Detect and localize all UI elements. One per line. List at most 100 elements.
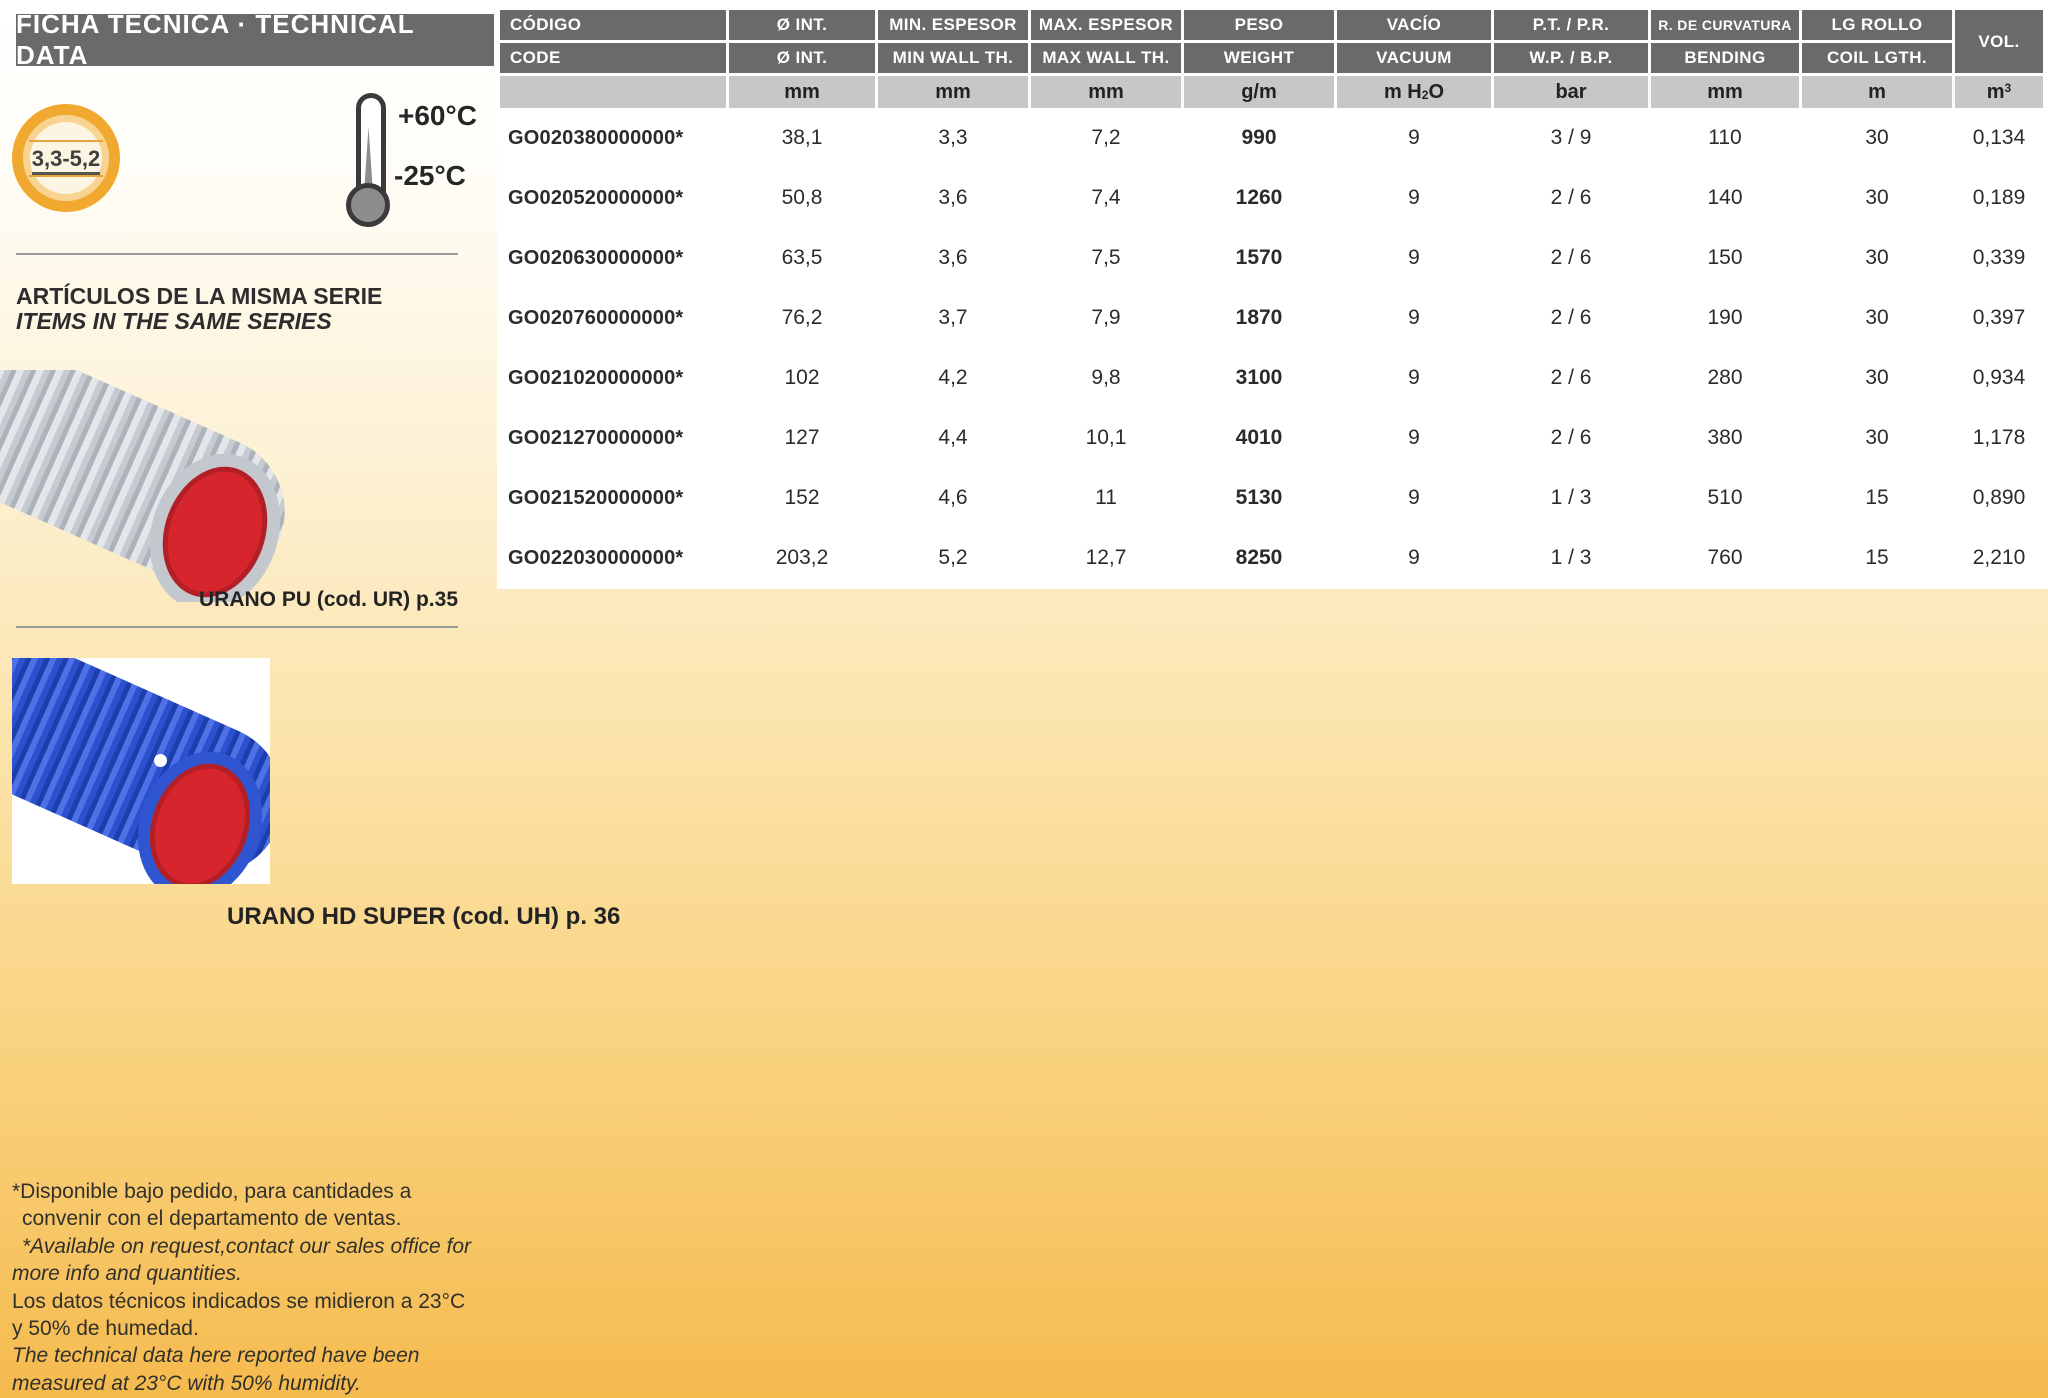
cell-value: 8250 (1184, 528, 1334, 588)
cell-value: 4,4 (878, 408, 1028, 468)
cell-value: 3100 (1184, 348, 1334, 408)
header-cell-pt-pr: P.T. / P.R. (1494, 10, 1648, 40)
cell-value: 30 (1802, 288, 1952, 348)
cell-value: 0,890 (1955, 468, 2043, 528)
header-cell-diam-es: Ø INT. (729, 10, 875, 40)
cell-value: 190 (1651, 288, 1799, 348)
cell-value: 38,1 (729, 108, 875, 168)
cell-value: 2 / 6 (1494, 348, 1648, 408)
cell-value: 4,6 (878, 468, 1028, 528)
cell-value: 30 (1802, 228, 1952, 288)
cell-value: 1260 (1184, 168, 1334, 228)
cell-value: 9,8 (1031, 348, 1181, 408)
header-cell-min-espesor: MIN. ESPESOR (878, 10, 1028, 40)
weight-range-badge: 3,3-5,2 (12, 104, 120, 212)
cell-value: 0,934 (1955, 348, 2043, 408)
cell-value: 30 (1802, 408, 1952, 468)
cell-value: 9 (1337, 288, 1491, 348)
cell-value: 380 (1651, 408, 1799, 468)
unit-cell-bending: mm (1651, 76, 1799, 108)
cell-value: 110 (1651, 108, 1799, 168)
cell-value: 9 (1337, 108, 1491, 168)
unit-cell-vol: m3 (1955, 76, 2043, 108)
cell-product-code: GO020760000000* (500, 288, 726, 348)
hose-image-urano-pu (0, 370, 305, 602)
cell-value: 1870 (1184, 288, 1334, 348)
temperature-max: +60°C (398, 100, 477, 132)
page-title-bar: FICHA TÉCNICA · TECHNICAL DATA (16, 14, 494, 66)
header-cell-vacio: VACÍO (1337, 10, 1491, 40)
footnote-line: The technical data here reported have be… (12, 1342, 492, 1369)
header-cell-max-wall: MAX WALL TH. (1031, 43, 1181, 73)
header-cell-wp-bp: W.P. / B.P. (1494, 43, 1648, 73)
caption-urano-pu: URANO PU (cod. UR) p.35 (158, 588, 458, 612)
cell-value: 3,6 (878, 168, 1028, 228)
cell-value: 760 (1651, 528, 1799, 588)
header-cell-curvatura: R. DE CURVATURA (1651, 10, 1799, 40)
cell-value: 127 (729, 408, 875, 468)
footnote-line: convenir con el departamento de ventas. (12, 1205, 492, 1232)
cell-value: 76,2 (729, 288, 875, 348)
unit-cell-pressure: bar (1494, 76, 1648, 108)
cell-product-code: GO021520000000* (500, 468, 726, 528)
unit-cell-vacuum: m H2O (1337, 76, 1491, 108)
cell-product-code: GO020630000000* (500, 228, 726, 288)
cell-product-code: GO022030000000* (500, 528, 726, 588)
footnote-line: y 50% de humedad. (12, 1315, 492, 1342)
header-cell-peso: PESO (1184, 10, 1334, 40)
unit-cell-min: mm (878, 76, 1028, 108)
cell-product-code: GO020520000000* (500, 168, 726, 228)
cell-value: 4,2 (878, 348, 1028, 408)
cell-value: 0,339 (1955, 228, 2043, 288)
table-body: GO020380000000*38,13,37,299093 / 9110300… (500, 108, 2043, 588)
footnote-line: *Available on request,contact our sales … (12, 1233, 492, 1260)
cell-value: 9 (1337, 528, 1491, 588)
cell-product-code: GO021020000000* (500, 348, 726, 408)
hose-highlight (154, 754, 167, 767)
cell-value: 2 / 6 (1494, 408, 1648, 468)
footnote-line: *Disponible bajo pedido, para cantidades… (12, 1178, 492, 1205)
cell-value: 1,178 (1955, 408, 2043, 468)
cell-product-code: GO020380000000* (500, 108, 726, 168)
cell-value: 2 / 6 (1494, 288, 1648, 348)
footnote-line: Los datos técnicos indicados se midieron… (12, 1288, 492, 1315)
cell-value: 7,5 (1031, 228, 1181, 288)
cell-value: 63,5 (729, 228, 875, 288)
cell-value: 5,2 (878, 528, 1028, 588)
cell-value: 510 (1651, 468, 1799, 528)
badge-value: 3,3-5,2 (32, 146, 101, 175)
cell-value: 30 (1802, 108, 1952, 168)
cell-value: 11 (1031, 468, 1181, 528)
cell-value: 50,8 (729, 168, 875, 228)
cell-value: 1570 (1184, 228, 1334, 288)
header-cell-min-wall: MIN WALL TH. (878, 43, 1028, 73)
cell-value: 3 / 9 (1494, 108, 1648, 168)
cell-value: 0,134 (1955, 108, 2043, 168)
cell-value: 9 (1337, 168, 1491, 228)
footnote-line: measured at 23°C with 50% humidity. (12, 1370, 492, 1397)
header-cell-bending: BENDING (1651, 43, 1799, 73)
cell-value: 30 (1802, 168, 1952, 228)
cell-value: 9 (1337, 408, 1491, 468)
temperature-min: -25°C (394, 160, 466, 192)
header-cell-weight: WEIGHT (1184, 43, 1334, 73)
cell-value: 203,2 (729, 528, 875, 588)
footnote-line: more info and quantities. (12, 1260, 492, 1287)
cell-value: 150 (1651, 228, 1799, 288)
cell-value: 3,7 (878, 288, 1028, 348)
cell-value: 2,210 (1955, 528, 2043, 588)
cell-value: 4010 (1184, 408, 1334, 468)
cell-value: 102 (729, 348, 875, 408)
cell-value: 0,189 (1955, 168, 2043, 228)
series-heading: ARTÍCULOS DE LA MISMA SERIE ITEMS IN THE… (16, 284, 382, 334)
series-heading-es: ARTÍCULOS DE LA MISMA SERIE (16, 284, 382, 309)
unit-cell-code (500, 76, 726, 108)
header-cell-code: CODE (500, 43, 726, 73)
header-cell-codigo: CÓDIGO (500, 10, 726, 40)
header-cell-max-espesor: MAX. ESPESOR (1031, 10, 1181, 40)
cell-value: 0,397 (1955, 288, 2043, 348)
cell-value: 5130 (1184, 468, 1334, 528)
cell-value: 2 / 6 (1494, 228, 1648, 288)
cell-value: 152 (729, 468, 875, 528)
cell-value: 280 (1651, 348, 1799, 408)
